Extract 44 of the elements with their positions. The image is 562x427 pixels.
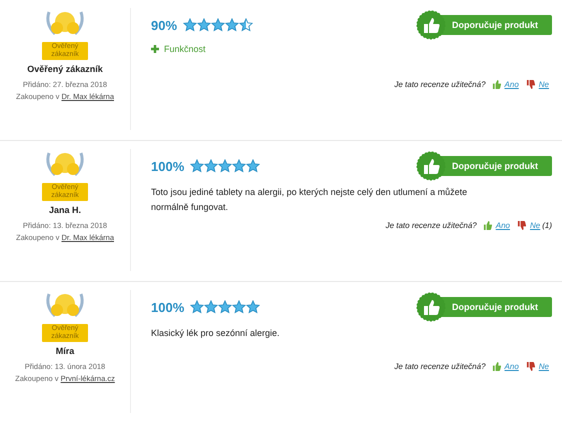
thumbs-up-icon <box>482 221 492 230</box>
thumbs-up-icon <box>492 80 501 89</box>
rating-percent: 90% <box>151 18 178 32</box>
no-link[interactable]: Ne <box>538 362 549 371</box>
star-icon <box>190 300 204 314</box>
star-icon <box>218 159 232 173</box>
helpful-question: Je tato recenze užitečná? <box>394 362 486 371</box>
thumbs-down-icon <box>526 80 535 89</box>
no-count: (1) <box>542 221 552 230</box>
rating-percent: 100% <box>151 300 184 314</box>
yes-link[interactable]: Ano <box>496 221 510 230</box>
helpful-question: Je tato recenze užitečná? <box>394 80 486 89</box>
star-icon <box>183 18 198 32</box>
star-icon <box>190 159 204 173</box>
star-icon <box>232 300 246 314</box>
thumbs-down-icon <box>526 362 535 371</box>
thumbs-down-icon <box>516 221 526 230</box>
star-icon <box>246 159 260 173</box>
star-icon <box>225 18 240 32</box>
author-name: Míra <box>56 346 74 356</box>
star-icon <box>239 18 254 32</box>
thumbs-up-icon <box>492 362 501 371</box>
thumbs-up-icon <box>416 151 446 181</box>
thumbs-up-icon <box>416 10 446 40</box>
author-name: Ověřený zákazník <box>27 64 103 74</box>
rating-percent: 100% <box>151 158 184 174</box>
yes-link[interactable]: Ano <box>504 80 519 89</box>
star-icon <box>211 18 226 32</box>
review-text: Toto jsou jediné tablety na alergii, po kterých nejste celý den utlumení a můžete normálně fungovat. <box>151 186 468 214</box>
pro-text: Funkčnost <box>164 44 206 54</box>
author-name: Jana H. <box>48 205 81 215</box>
no-link[interactable]: Ne <box>538 80 549 89</box>
thumbs-up-icon <box>416 292 446 322</box>
helpful-question: Je tato recenze užitečná? <box>386 221 477 230</box>
star-icon <box>218 300 232 314</box>
star-icon <box>204 159 218 173</box>
no-link[interactable]: Ne <box>530 221 540 230</box>
star-icon <box>246 300 260 314</box>
star-icon <box>232 159 246 173</box>
plus-icon <box>151 45 159 53</box>
yes-link[interactable]: Ano <box>504 362 519 371</box>
star-icon <box>197 18 212 32</box>
star-icon <box>204 300 218 314</box>
review-text: Klasický lék pro sezónní alergie. <box>151 327 281 340</box>
